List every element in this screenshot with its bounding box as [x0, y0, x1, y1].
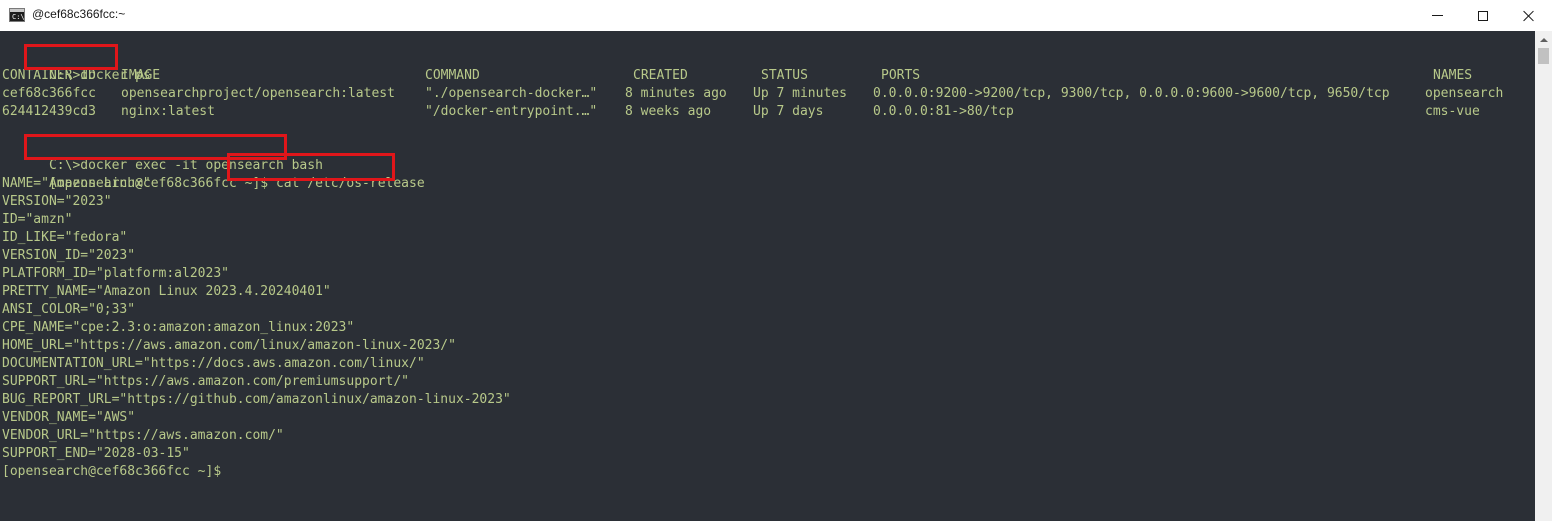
maximize-icon	[1478, 10, 1488, 21]
scroll-thumb[interactable]	[1538, 48, 1549, 64]
terminal-output[interactable]: C:\>docker ps CONTAINER ID IMAGE COMMAND…	[0, 31, 1535, 521]
command-line-docker-exec: C:\>docker exec -it opensearch bash	[2, 139, 323, 173]
header-image: IMAGE	[121, 68, 161, 83]
minimize-button[interactable]	[1414, 0, 1460, 31]
cell-container-id: 624412439cd3	[2, 104, 96, 119]
console-window: C:\ @cef68c366fcc:~ C:\>docker ps CONTAI…	[0, 0, 1552, 521]
header-names: NAMES	[1433, 68, 1473, 83]
cell-status: Up 7 minutes	[753, 86, 847, 101]
cell-command: "/docker-entrypoint.…"	[425, 104, 598, 119]
os-release-line: VERSION_ID="2023"	[2, 248, 136, 263]
cell-command: "./opensearch-docker…"	[425, 86, 598, 101]
vertical-scrollbar[interactable]	[1535, 31, 1552, 521]
os-release-line: PRETTY_NAME="Amazon Linux 2023.4.2024040…	[2, 284, 331, 299]
window-title: @cef68c366fcc:~	[32, 7, 126, 21]
cell-status: Up 7 days	[753, 104, 824, 119]
header-created: CREATED	[633, 68, 688, 83]
os-release-line: VENDOR_URL="https://aws.amazon.com/"	[2, 428, 284, 443]
os-release-line: DOCUMENTATION_URL="https://docs.aws.amaz…	[2, 356, 425, 371]
header-ports: PORTS	[881, 68, 921, 83]
os-release-line: VENDOR_NAME="AWS"	[2, 410, 136, 425]
header-status: STATUS	[761, 68, 808, 83]
os-release-line: SUPPORT_END="2028-03-15"	[2, 446, 190, 461]
os-release-line: ANSI_COLOR="0;33"	[2, 302, 136, 317]
title-bar[interactable]: C:\ @cef68c366fcc:~	[0, 0, 1552, 32]
minimize-icon	[1431, 15, 1443, 16]
cell-names: opensearch	[1425, 86, 1504, 101]
cell-image: opensearchproject/opensearch:latest	[121, 86, 395, 101]
console-icon-glyph: C:\	[12, 13, 25, 21]
os-release-line: CPE_NAME="cpe:2.3:o:amazon:amazon_linux:…	[2, 320, 355, 335]
maximize-button[interactable]	[1460, 0, 1506, 31]
cell-created: 8 minutes ago	[625, 86, 727, 101]
os-release-line: BUG_REPORT_URL="https://github.com/amazo…	[2, 392, 511, 407]
command-line-docker-ps: C:\>docker ps	[2, 49, 151, 83]
header-container-id: CONTAINER ID	[2, 68, 96, 83]
container-row: cef68c366fcc opensearchproject/opensearc…	[2, 85, 1522, 103]
close-icon	[1523, 10, 1535, 22]
container-row: 624412439cd3 nginx:latest "/docker-entry…	[2, 103, 1522, 121]
command-text: cat /etc/os-release	[268, 176, 425, 191]
os-release-line: HOME_URL="https://aws.amazon.com/linux/a…	[2, 338, 456, 353]
shell-prompt-final: [opensearch@cef68c366fcc ~]$	[2, 464, 222, 479]
os-release-line: VERSION="2023"	[2, 194, 112, 209]
scroll-up-button[interactable]	[1535, 31, 1552, 48]
close-button[interactable]	[1506, 0, 1552, 31]
cell-image: nginx:latest	[121, 104, 215, 119]
os-release-line: SUPPORT_URL="https://aws.amazon.com/prem…	[2, 374, 409, 389]
cell-container-id: cef68c366fcc	[2, 86, 96, 101]
cell-ports: 0.0.0.0:81->80/tcp	[873, 104, 1014, 119]
os-release-line: ID_LIKE="fedora"	[2, 230, 128, 245]
console-icon[interactable]: C:\	[9, 8, 25, 22]
command-line-cat-os-release: [opensearch@cef68c366fcc ~]$ cat /etc/os…	[2, 157, 425, 191]
scroll-up-arrow-icon	[1539, 37, 1548, 42]
os-release-line: NAME="Amazon Linux"	[2, 176, 151, 191]
cell-created: 8 weeks ago	[625, 104, 712, 119]
docker-ps-header-row: CONTAINER ID IMAGE COMMAND CREATED STATU…	[2, 67, 1522, 85]
os-release-line: ID="amzn"	[2, 212, 73, 227]
os-release-line: PLATFORM_ID="platform:al2023"	[2, 266, 229, 281]
cell-names: cms-vue	[1425, 104, 1480, 119]
cell-ports: 0.0.0.0:9200->9200/tcp, 9300/tcp, 0.0.0.…	[873, 86, 1390, 101]
header-command: COMMAND	[425, 68, 480, 83]
